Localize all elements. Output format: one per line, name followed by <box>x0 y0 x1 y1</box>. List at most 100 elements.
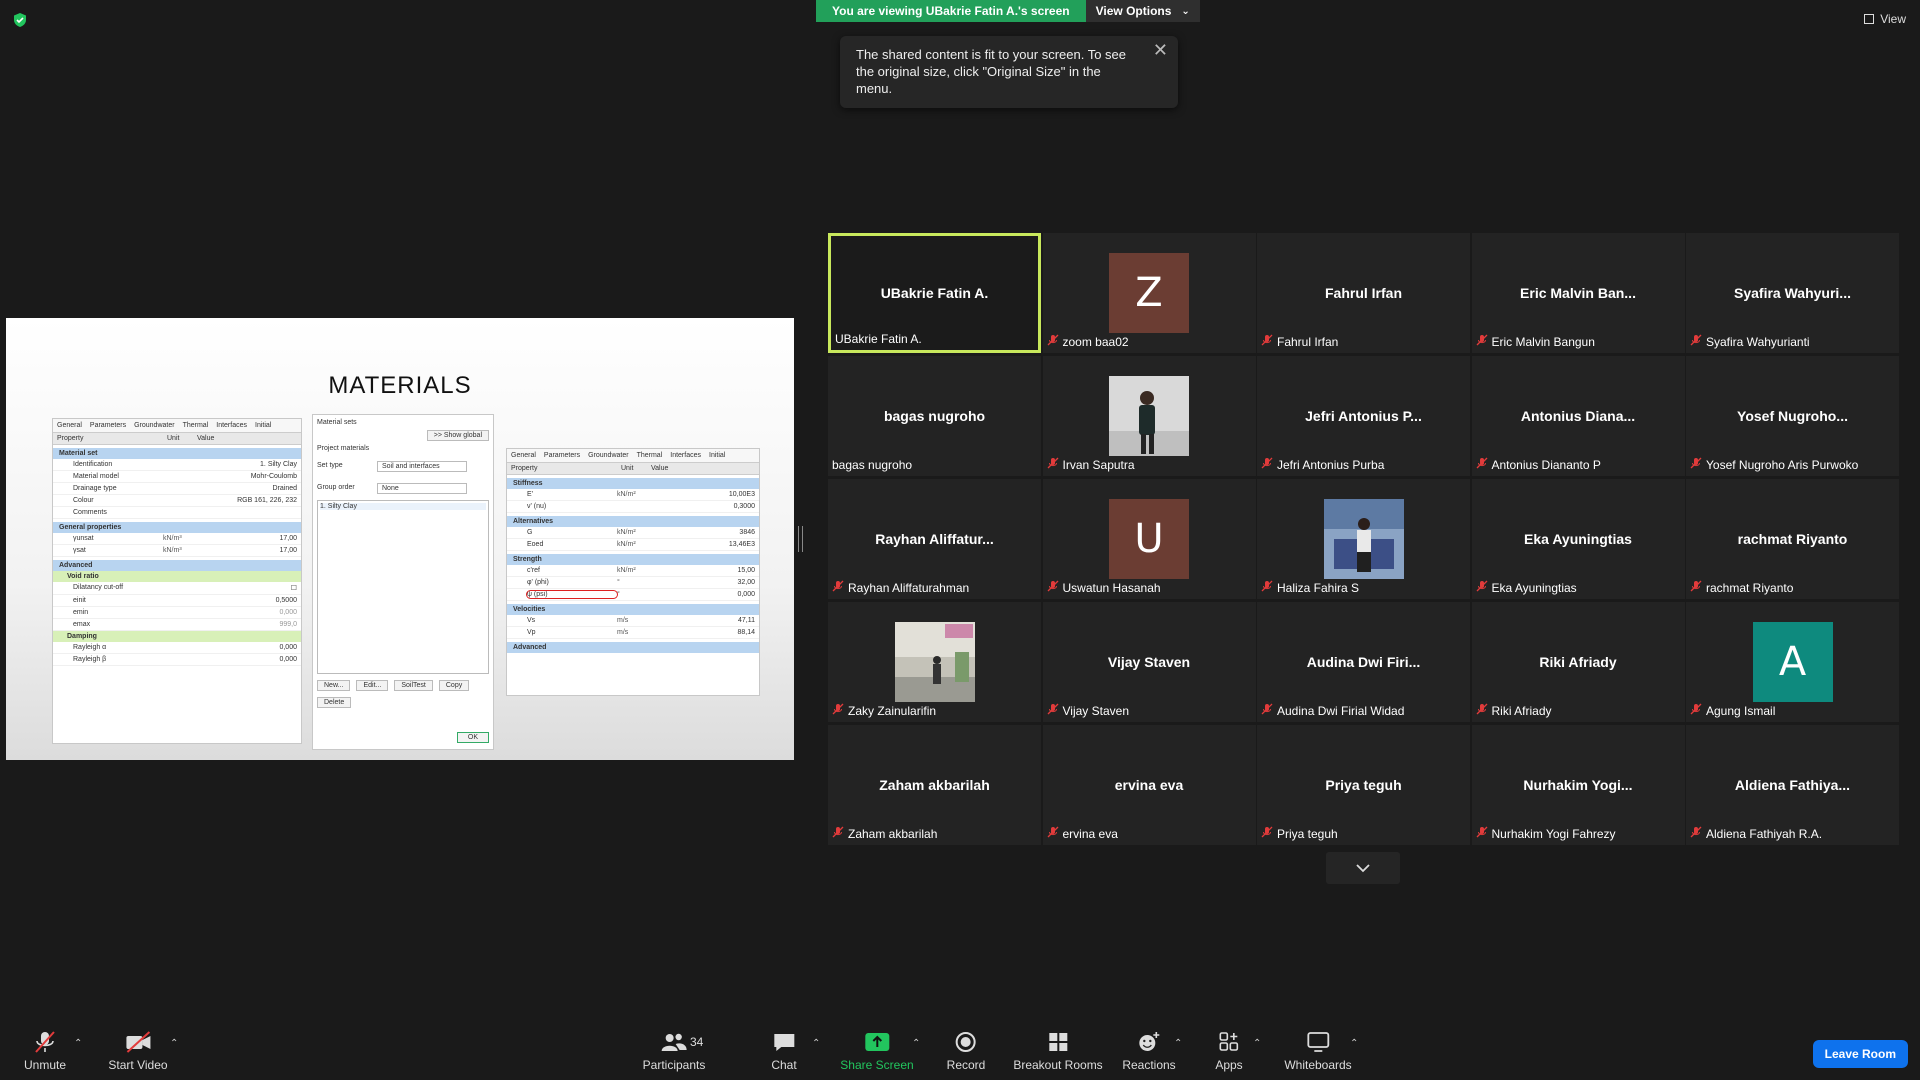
close-icon[interactable]: ✕ <box>1153 41 1168 59</box>
share-options-caret-icon[interactable]: ⌃ <box>912 1038 920 1049</box>
row-value: 88,14 <box>737 629 755 636</box>
next-page-button[interactable] <box>1326 852 1400 884</box>
header-property: Property <box>511 465 538 472</box>
table-row: Vp m/s 88,14 <box>507 627 759 639</box>
audio-options-caret-icon[interactable]: ⌃ <box>74 1038 82 1049</box>
chevron-down-icon <box>1356 864 1370 873</box>
row-key: emin <box>73 609 89 616</box>
participant-tile[interactable]: Zaky Zainularifin <box>828 602 1041 722</box>
participant-tile[interactable]: Rayhan Aliffatur... Rayhan Aliffaturahman <box>828 479 1041 599</box>
participant-tile[interactable]: Jefri Antonius P... Jefri Antonius Purba <box>1257 356 1470 476</box>
participant-name: ervina eva <box>1062 826 1118 841</box>
section-stiffness: Stiffness <box>507 478 759 489</box>
view-button[interactable]: View <box>1864 12 1906 26</box>
participant-tile[interactable]: Eka Ayuningtias Eka Ayuningtias <box>1471 479 1685 599</box>
participant-tile[interactable]: Fahrul Irfan Fahrul Irfan <box>1257 233 1470 353</box>
participant-tile[interactable]: UBakrie Fatin A. UBakrie Fatin A. <box>828 233 1041 353</box>
row-key: Eoed <box>527 541 544 548</box>
row-key: γsat <box>73 547 86 554</box>
table-row: Rayleigh β 0,000 <box>53 654 301 666</box>
participant-tile[interactable]: ervina eva ervina eva <box>1042 725 1256 845</box>
row-value: 0,000 <box>279 656 297 663</box>
microphone-muted-icon <box>1690 826 1702 841</box>
soiltest-button: SoilTest <box>394 680 433 691</box>
table-row: GkN/m² 3846 <box>507 527 759 539</box>
breakout-rooms-button[interactable]: Breakout Rooms <box>1013 1030 1103 1072</box>
participant-name-label: Rayhan Aliffaturahman <box>832 580 969 595</box>
participant-tile[interactable]: Nurhakim Yogi... Nurhakim Yogi Fahrezy <box>1471 725 1685 845</box>
participant-name: Zaham akbarilah <box>848 826 938 841</box>
show-global-button: >> Show global <box>426 430 489 441</box>
share-screen-button[interactable]: Share Screen <box>840 1030 914 1072</box>
participant-name: Irvan Saputra <box>1062 457 1135 472</box>
tab-interfaces: Interfaces <box>670 452 701 459</box>
tab-initial: Initial <box>709 452 726 459</box>
participant-tile[interactable]: Priya teguh Priya teguh <box>1257 725 1470 845</box>
participant-tile[interactable]: Vijay Staven Vijay Staven <box>1042 602 1256 722</box>
dialog-buttons: New... Edit... SoilTest Copy Delete <box>317 680 489 708</box>
participants-label: Participants <box>642 1058 706 1072</box>
microphone-muted-icon <box>1261 457 1273 472</box>
row-value: 10,00E3 <box>728 491 755 498</box>
whiteboards-options-caret-icon[interactable]: ⌃ <box>1350 1038 1358 1049</box>
row-value: 999,0 <box>279 621 297 628</box>
section-strength: Strength <box>507 554 759 565</box>
whiteboards-button[interactable]: Whiteboards <box>1284 1030 1352 1072</box>
view-options-button[interactable]: View Options ⌄ <box>1085 0 1200 22</box>
participant-avatar: Z <box>1109 253 1189 333</box>
participant-tile[interactable]: bagas nugroho bagas nugroho <box>828 356 1041 476</box>
participant-tile[interactable]: Zaham akbarilah Zaham akbarilah <box>828 725 1041 845</box>
apps-button[interactable]: Apps <box>1215 1030 1243 1072</box>
shared-screen-content[interactable]: MATERIALS General Parameters Groundwater… <box>6 318 794 760</box>
participant-tile[interactable]: Irvan Saputra <box>1042 356 1256 476</box>
row-unit: ° <box>617 591 620 598</box>
participant-tile[interactable]: rachmat Riyanto rachmat Riyanto <box>1686 479 1899 599</box>
row-unit: kN/m² <box>617 491 636 498</box>
participant-tile[interactable]: A Agung Ismail <box>1686 602 1899 722</box>
microphone-muted-icon <box>1476 334 1488 349</box>
video-off-icon <box>126 1031 150 1053</box>
leave-room-button[interactable]: Leave Room <box>1812 1040 1908 1068</box>
chat-button[interactable]: Chat <box>771 1030 797 1072</box>
participant-display-name: Aldiena Fathiya... <box>1734 777 1851 793</box>
participant-tile[interactable]: Antonius Diana... Antonius Diananto P <box>1471 356 1685 476</box>
table-row: einit 0,5000 <box>53 595 301 607</box>
material-parameters-panel: General Parameters Groundwater Thermal I… <box>506 448 760 696</box>
row-unit: kN/m² <box>617 541 636 548</box>
record-button[interactable]: Record <box>947 1030 985 1072</box>
row-key: Rayleigh α <box>73 644 107 651</box>
start-video-button[interactable]: Start Video <box>108 1030 168 1072</box>
reactions-button[interactable]: Reactions <box>1122 1030 1176 1072</box>
participant-tile[interactable]: Eric Malvin Ban... Eric Malvin Bangun <box>1471 233 1685 353</box>
participant-tile[interactable]: Haliza Fahira S <box>1257 479 1470 599</box>
material-sets-dialog: Material sets >> Show global Project mat… <box>312 414 494 750</box>
participant-display-name: Syafira Wahyuri... <box>1734 285 1851 301</box>
fit-screen-notice: The shared content is fit to your screen… <box>840 36 1178 108</box>
participant-name-label: bagas nugroho <box>832 458 912 472</box>
table-row: γsat kN/m³ 17,00 <box>53 545 301 557</box>
apps-options-caret-icon[interactable]: ⌃ <box>1253 1038 1261 1049</box>
participant-tile[interactable]: Zzoom baa02 <box>1042 233 1256 353</box>
delete-button: Delete <box>317 697 352 708</box>
set-type-select: Soil and interfaces <box>377 461 467 472</box>
security-shield-icon[interactable] <box>12 12 28 28</box>
participant-tile[interactable]: Audina Dwi Firi... Audina Dwi Firial Wida… <box>1257 602 1470 722</box>
split-view-handle[interactable] <box>798 526 803 552</box>
participant-tile[interactable]: Syafira Wahyuri... Syafira Wahyurianti <box>1686 233 1899 353</box>
reactions-options-caret-icon[interactable]: ⌃ <box>1174 1038 1182 1049</box>
participant-tile[interactable]: Yosef Nugroho... Yosef Nugroho Aris Purwo… <box>1686 356 1899 476</box>
row-key: E' <box>527 491 534 498</box>
participant-display-name: bagas nugroho <box>883 408 986 424</box>
chat-options-caret-icon[interactable]: ⌃ <box>812 1038 820 1049</box>
view-layout-icon <box>1864 14 1875 24</box>
participant-display-name: Audina Dwi Firi... <box>1306 654 1421 670</box>
video-options-caret-icon[interactable]: ⌃ <box>170 1038 178 1049</box>
share-screen-icon <box>864 1033 889 1051</box>
unmute-button[interactable]: Unmute <box>24 1030 66 1072</box>
participant-name: Riki Afriady <box>1491 703 1552 718</box>
participant-tile[interactable]: Riki Afriady Riki Afriady <box>1471 602 1685 722</box>
participant-name: Aldiena Fathiyah R.A. <box>1706 826 1823 841</box>
participant-tile[interactable]: U Uswatun Hasanah <box>1042 479 1256 599</box>
tab-thermal: Thermal <box>182 422 209 429</box>
participant-tile[interactable]: Aldiena Fathiya... Aldiena Fathiyah R.A. <box>1686 725 1899 845</box>
